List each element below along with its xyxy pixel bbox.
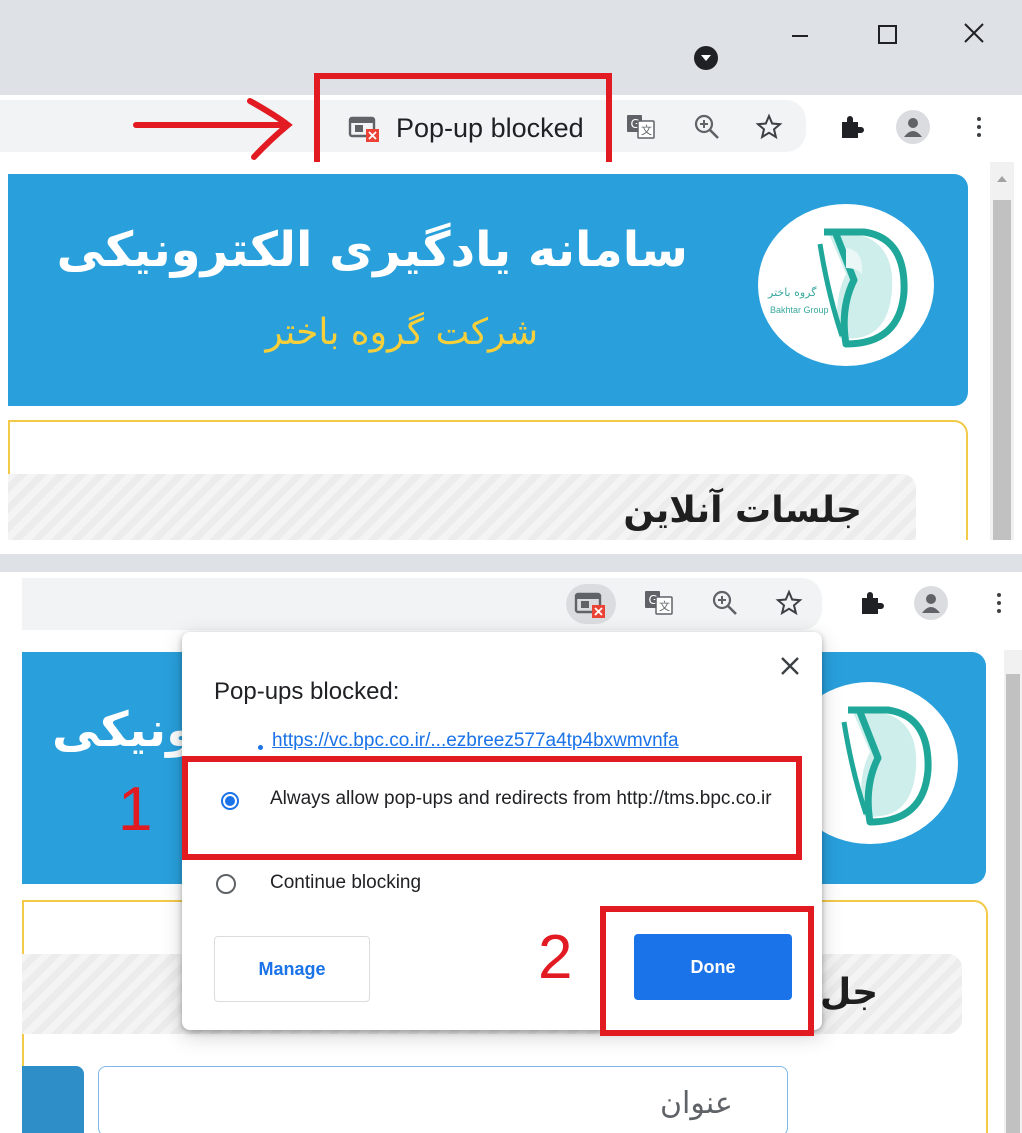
scroll-thumb-bottom[interactable] — [1006, 674, 1020, 1133]
extensions-icon[interactable] — [834, 110, 868, 144]
popup-url-link[interactable]: https://vc.bpc.co.ir/...ezbreez577a4tp4b… — [272, 730, 780, 754]
highlight-box-done — [600, 906, 814, 1036]
continue-blocking-label[interactable]: Continue blocking — [270, 872, 421, 894]
maximize-icon[interactable] — [868, 20, 908, 50]
profile-icon[interactable] — [914, 586, 948, 620]
bottom-screenshot: G文 ونیکی جل عنوان Pop-ups blocked: https… — [0, 554, 1022, 1133]
continue-blocking-radio[interactable] — [216, 874, 236, 894]
highlight-box-allow — [182, 756, 802, 860]
tab-strip-bottom — [0, 554, 1022, 572]
popup-close-icon[interactable] — [774, 650, 806, 682]
popup-title: Pop-ups blocked: — [214, 678, 400, 705]
top-screenshot: Pop-up blocked G文 سامانه یادگیری الکترون… — [0, 0, 1022, 540]
company-logo — [758, 204, 934, 366]
logo-text-en: Bakhtar Group — [770, 305, 829, 315]
translate-icon[interactable]: G文 — [624, 112, 658, 142]
banner-subtitle: شرکت گروه باختر — [265, 312, 538, 353]
manage-button[interactable]: Manage — [214, 936, 370, 1002]
menu-icon[interactable] — [988, 586, 1010, 620]
star-icon[interactable] — [752, 110, 786, 144]
search-button[interactable] — [22, 1066, 84, 1133]
search-placeholder: عنوان — [660, 1086, 733, 1121]
banner-title: سامانه یادگیری الکترونیکی — [56, 222, 688, 278]
section-title-partial: جل — [820, 972, 879, 1013]
tab-search-icon[interactable] — [694, 46, 718, 70]
star-icon[interactable] — [772, 586, 806, 620]
extensions-icon[interactable] — [854, 586, 888, 620]
profile-icon[interactable] — [896, 110, 930, 144]
svg-text:文: 文 — [641, 123, 652, 137]
zoom-icon[interactable] — [708, 586, 742, 620]
close-icon[interactable] — [955, 18, 995, 50]
scroll-thumb[interactable] — [993, 200, 1011, 540]
menu-icon[interactable] — [968, 110, 990, 144]
translate-icon[interactable]: G文 — [642, 588, 676, 618]
popup-blocked-icon-active[interactable] — [566, 584, 616, 624]
step-number-2: 2 — [538, 923, 573, 992]
divider — [0, 540, 1022, 554]
logo-text-fa: گروه باختر — [768, 286, 817, 299]
zoom-icon[interactable] — [690, 110, 724, 144]
section-title: جلسات آنلاین — [623, 490, 862, 531]
scroll-up-arrow[interactable] — [994, 172, 1010, 186]
minimize-icon[interactable] — [780, 20, 820, 50]
address-bar-bottom[interactable] — [22, 578, 822, 630]
svg-text:文: 文 — [659, 599, 670, 613]
arrow-icon — [130, 95, 300, 165]
popup-bullet — [258, 745, 263, 750]
banner-title-partial: ونیکی — [52, 702, 196, 758]
step-number-1: 1 — [118, 775, 153, 844]
